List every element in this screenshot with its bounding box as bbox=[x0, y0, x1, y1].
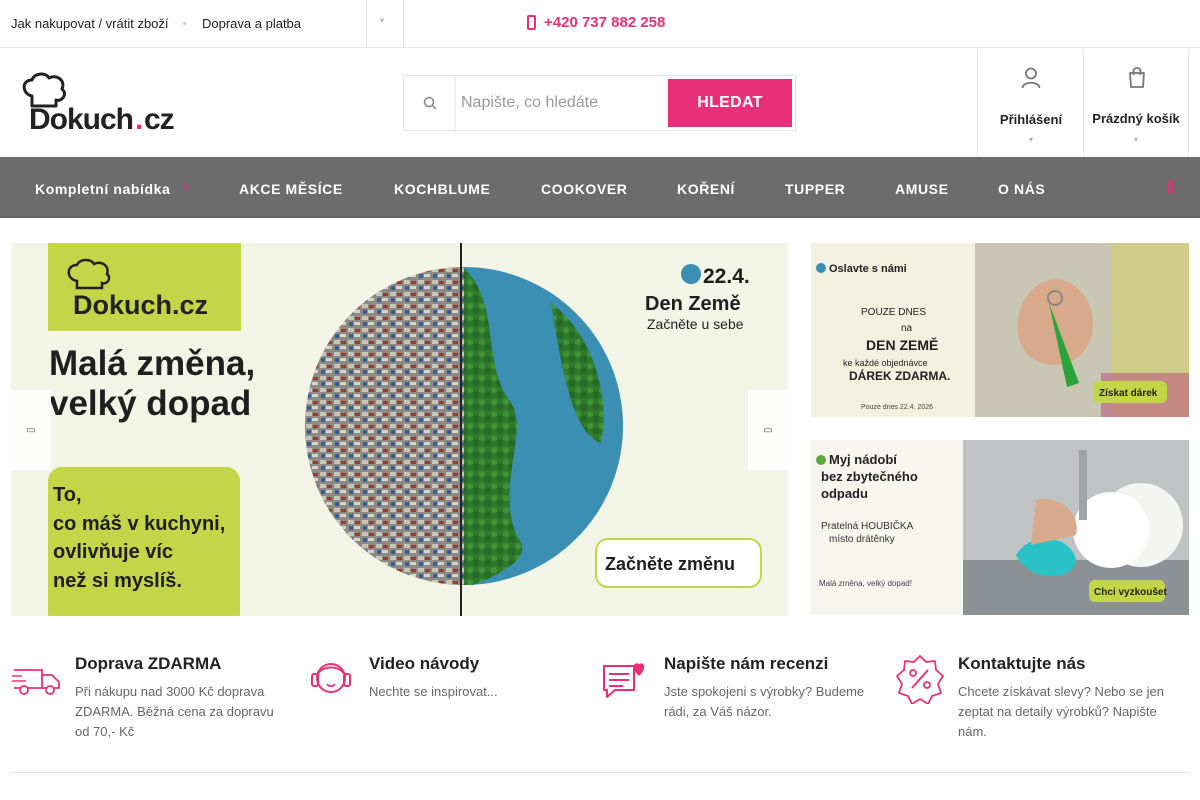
side2-title-1: Myj nádobí bbox=[829, 452, 897, 467]
nav-item-complete-offer[interactable]: Kompletní nabídka bbox=[35, 181, 170, 197]
link-shipping-payment[interactable]: Doprava a platba bbox=[202, 16, 301, 31]
side2-cta-button[interactable]: Chci vyzkoušet bbox=[1094, 587, 1167, 598]
top-bar: Jak nakupovat / vrátit zboží Doprava a p… bbox=[0, 0, 1200, 48]
hero-logo-text: Dokuch.cz bbox=[73, 290, 208, 320]
side-banner-sponge-artwork: Myj nádobí bez zbytečného odpadu Prateln… bbox=[811, 440, 1189, 615]
chat-heart-icon bbox=[603, 663, 645, 698]
main-navigation: Kompletní nabídka ▾ AKCE MĚSÍCE KOCHBLUM… bbox=[0, 157, 1200, 218]
nav-item-kochblume[interactable]: KOCHBLUME bbox=[394, 181, 490, 197]
feature-title: Doprava ZDARMA bbox=[75, 654, 222, 673]
side1-line1: POUZE DNES bbox=[861, 307, 926, 318]
side2-sub-1: Pratelná HOUBIČKA bbox=[821, 519, 914, 532]
chevron-down-icon: ▾ bbox=[184, 182, 189, 192]
feature-title: Kontaktujte nás bbox=[958, 654, 1086, 673]
hero-body-line-1: To, bbox=[53, 484, 82, 506]
chevron-down-icon: ▾ bbox=[1028, 135, 1033, 144]
login-box[interactable]: Přihlášení ▾ bbox=[977, 49, 1084, 157]
link-how-to-shop[interactable]: Jak nakupovat / vrátit zboží bbox=[11, 16, 169, 31]
side2-sub-2: místo drátěnky bbox=[829, 534, 895, 545]
side2-tagline: Malá změna, velký dopad! bbox=[819, 579, 912, 588]
divider bbox=[366, 0, 367, 48]
nav-item-cookover[interactable]: COOKOVER bbox=[541, 181, 627, 197]
search-button[interactable]: HLEDAT bbox=[668, 79, 792, 127]
svg-text:.: . bbox=[135, 103, 143, 134]
login-label: Přihlášení bbox=[999, 112, 1063, 127]
side1-line2: na bbox=[901, 323, 913, 334]
svg-text:cz: cz bbox=[144, 103, 174, 134]
hero-banner[interactable]: Dokuch.cz Malá změna, velký dopad To, co… bbox=[11, 243, 788, 616]
feature-title: Video návody bbox=[369, 654, 480, 673]
hero-body-line-2: co máš v kuchyni, bbox=[53, 513, 225, 535]
hero-headline-1: Malá změna, bbox=[49, 344, 255, 383]
nav-item-monthly-deals[interactable]: AKCE MĚSÍCE bbox=[239, 181, 343, 197]
cart-icon bbox=[1129, 67, 1145, 88]
side-banner-sponge[interactable]: Myj nádobí bez zbytečného odpadu Prateln… bbox=[811, 440, 1189, 615]
cart-box[interactable]: Prázdný košík ▾ bbox=[1083, 49, 1189, 157]
divider bbox=[403, 0, 404, 48]
side1-line3: DEN ZEMĚ bbox=[866, 336, 938, 353]
side-banner-earth-day[interactable]: Oslavte s námi POUZE DNES na DEN ZEMĚ ke… bbox=[811, 243, 1189, 417]
chevron-down-icon: ▾ bbox=[1133, 135, 1138, 144]
hero-body-line-3: ovlivňuje víc bbox=[53, 541, 173, 563]
site-logo[interactable]: Dokuch . cz bbox=[18, 72, 180, 136]
feature-text: Jste spokojeni s výrobky? Budeme rádi, z… bbox=[664, 684, 865, 719]
side1-line5: DÁREK ZDARMA. bbox=[849, 368, 950, 383]
hero-date: 22.4. bbox=[703, 265, 750, 288]
side2-title-3: odpadu bbox=[821, 486, 868, 501]
hero-artwork: Dokuch.cz Malá změna, velký dopad To, co… bbox=[11, 243, 788, 616]
feature-text: Při nákupu nad 3000 Kč doprava ZDARMA. B… bbox=[75, 684, 274, 739]
phone-contact[interactable]: +420 737 882 258 bbox=[527, 14, 665, 31]
truck-icon bbox=[12, 669, 60, 695]
hero-cta-button[interactable]: Začněte změnu bbox=[605, 554, 735, 574]
side2-title-2: bez zbytečného bbox=[821, 469, 918, 484]
svg-text:Dokuch: Dokuch bbox=[29, 103, 133, 134]
search-icon[interactable] bbox=[404, 76, 456, 130]
chevron-right-icon[interactable]: ▭ bbox=[748, 390, 788, 470]
side1-line4: ke každé objednávce bbox=[843, 358, 928, 368]
hero-headline-2: velký dopad bbox=[49, 384, 251, 423]
menu-icon[interactable] bbox=[1168, 181, 1173, 193]
side1-cta-button[interactable]: Získat dárek bbox=[1099, 388, 1158, 399]
hero-event-sub: Začněte u sebe bbox=[647, 316, 744, 332]
search-input[interactable] bbox=[461, 88, 666, 118]
side1-top: Oslavte s námi bbox=[829, 263, 907, 275]
search-bar: HLEDAT bbox=[403, 75, 796, 131]
cart-label: Prázdný košík bbox=[1092, 111, 1180, 126]
user-icon bbox=[1021, 67, 1041, 89]
nav-item-about-us[interactable]: O NÁS bbox=[998, 181, 1045, 197]
nav-item-spices[interactable]: KOŘENÍ bbox=[677, 181, 735, 197]
divider bbox=[11, 772, 1189, 773]
nav-item-amuse[interactable]: AMUSE bbox=[895, 181, 949, 197]
hero-event: Den Země bbox=[645, 293, 741, 315]
side-banner-earth-day-artwork: Oslavte s námi POUZE DNES na DEN ZEMĚ ke… bbox=[811, 243, 1189, 417]
chevron-left-icon[interactable]: ▭ bbox=[11, 390, 51, 470]
phone-number: +420 737 882 258 bbox=[544, 14, 666, 31]
feature-text: Chcete získávat slevy? Nebo se jen zepta… bbox=[958, 684, 1164, 739]
headset-icon bbox=[311, 663, 351, 693]
chevron-down-icon[interactable]: ▾ bbox=[380, 16, 384, 25]
nav-item-tupper[interactable]: TUPPER bbox=[785, 181, 845, 197]
feature-title: Napište nám recenzi bbox=[664, 654, 829, 673]
percent-badge-icon bbox=[896, 655, 944, 704]
separator-dot bbox=[183, 22, 186, 25]
feature-text: Nechte se inspirovat... bbox=[369, 684, 498, 699]
side1-note: Pouze dnes 22.4. 2026 bbox=[861, 404, 933, 411]
hero-body-line-4: než si myslíš. bbox=[53, 570, 182, 592]
phone-icon bbox=[527, 15, 536, 30]
